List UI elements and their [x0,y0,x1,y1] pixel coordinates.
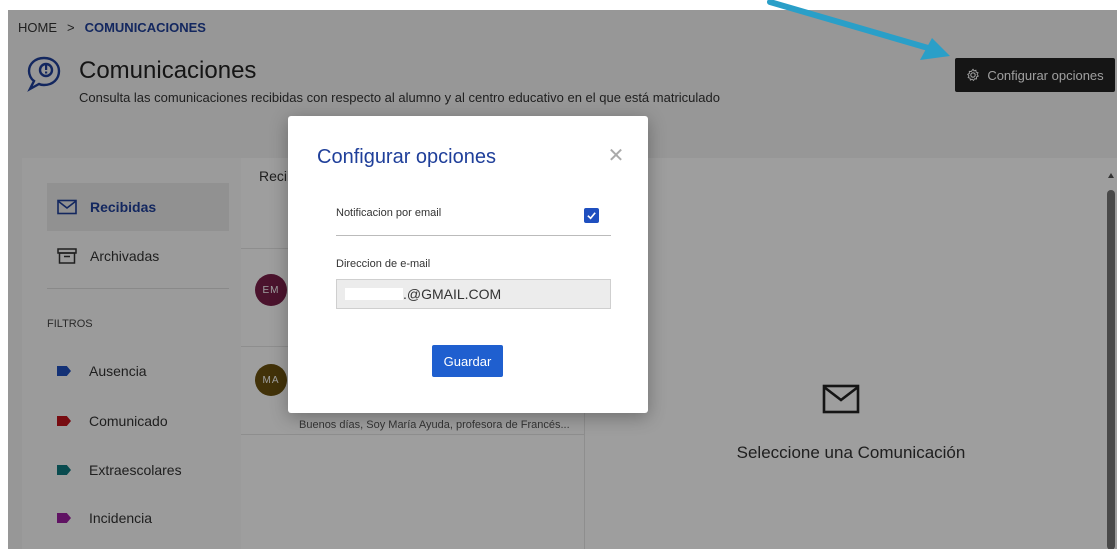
email-notification-label: Notificacion por email [336,207,442,219]
configure-options-dialog: Configurar opciones ✕ Notificacion por e… [288,116,648,413]
dialog-title: Configurar opciones [317,146,496,168]
email-field-value: .@GMAIL.COM [403,286,502,302]
close-icon[interactable]: ✕ [606,146,626,166]
save-button[interactable]: Guardar [432,345,503,377]
redacted-mask [345,288,403,300]
email-field[interactable]: .@GMAIL.COM [336,279,611,309]
checkmark-icon [587,212,596,220]
dialog-divider [336,235,611,236]
email-address-label: Direccion de e-mail [336,258,431,270]
annotation-arrow-icon [767,0,950,60]
email-notification-checkbox[interactable] [584,208,599,223]
